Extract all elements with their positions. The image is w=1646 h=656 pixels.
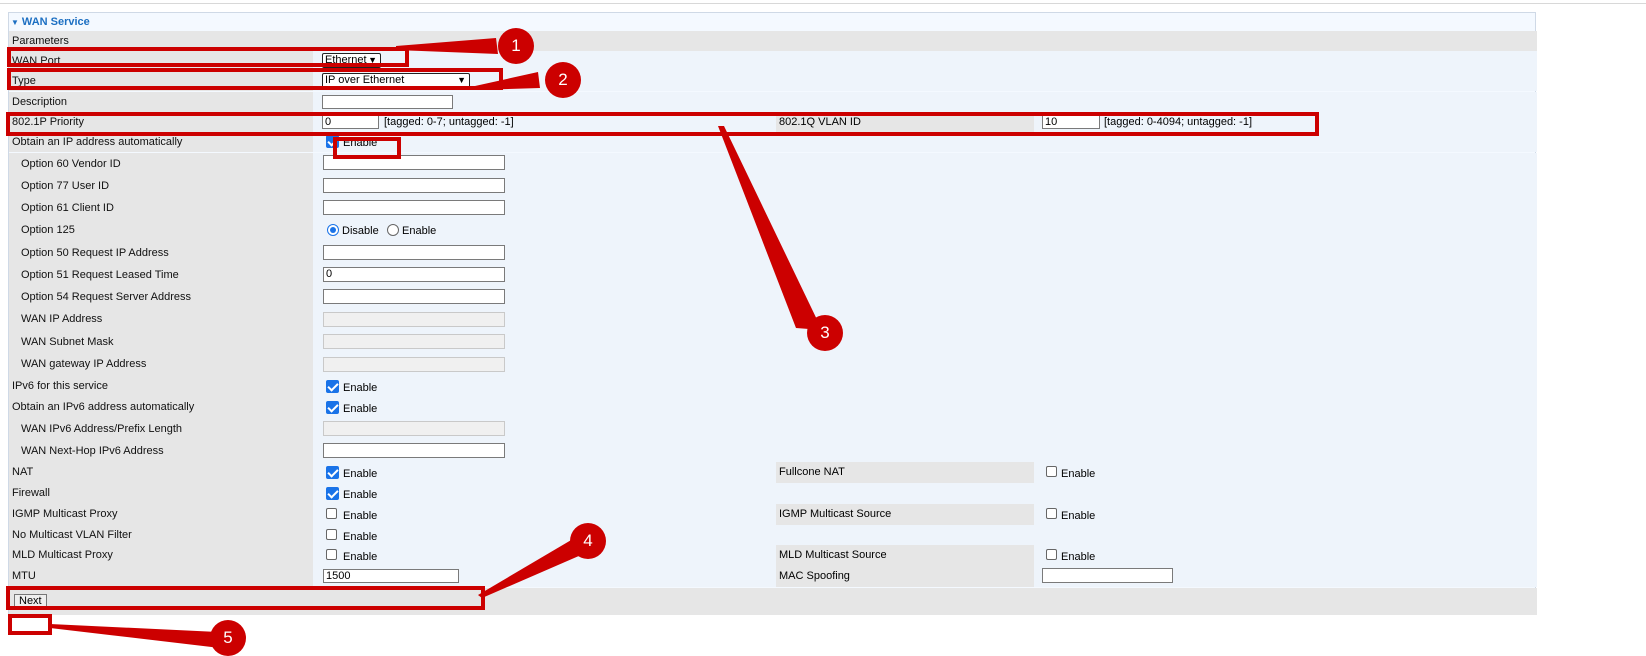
annotation-badge-3: 3 xyxy=(807,315,843,351)
annotation-badge-4: 4 xyxy=(570,523,606,559)
pointer-5 xyxy=(50,624,220,648)
pointer-3 xyxy=(718,126,822,330)
highlight-type xyxy=(7,68,503,90)
highlight-next xyxy=(8,614,52,635)
highlight-wan-port xyxy=(7,47,409,67)
highlight-priority-vlan xyxy=(6,112,1319,136)
pointer-1 xyxy=(396,38,498,54)
annotation-badge-1: 1 xyxy=(498,28,534,64)
annotation-badge-2: 2 xyxy=(545,62,581,98)
highlight-obtain-ip xyxy=(333,137,401,159)
annotation-badge-5: 5 xyxy=(210,620,246,656)
highlight-mtu xyxy=(6,586,485,610)
